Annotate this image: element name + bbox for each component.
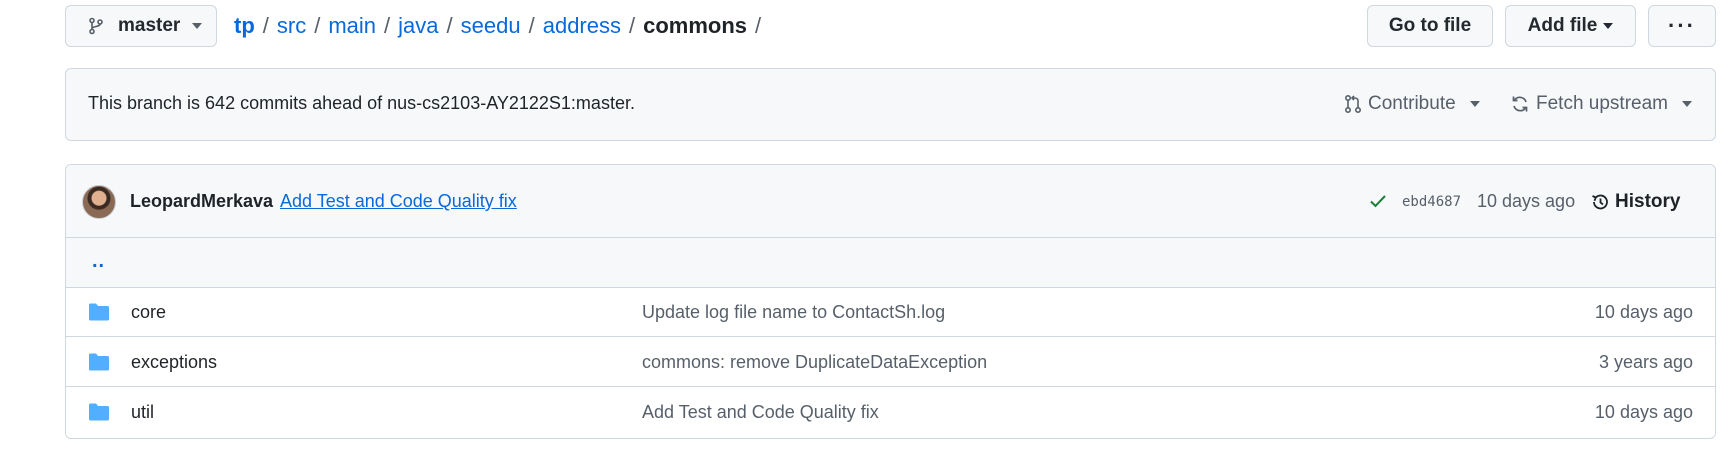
commit-age: 10 days ago bbox=[1477, 191, 1576, 211]
table-row[interactable]: util Add Test and Code Quality fix 10 da… bbox=[66, 388, 1715, 437]
commit-message-link[interactable]: Add Test and Code Quality fix bbox=[280, 191, 517, 212]
breadcrumb-link-src[interactable]: src bbox=[277, 13, 306, 39]
table-row[interactable]: exceptions commons: remove DuplicateData… bbox=[66, 338, 1715, 387]
add-file-button[interactable]: Add file bbox=[1505, 5, 1636, 47]
file-list: LeopardMerkava Add Test and Code Quality… bbox=[65, 164, 1716, 439]
table-row[interactable]: core Update log file name to ContactSh.l… bbox=[66, 288, 1715, 337]
file-commit-age: 10 days ago bbox=[1594, 402, 1693, 422]
fetch-upstream-label: Fetch upstream bbox=[1536, 93, 1668, 114]
chevron-down-icon bbox=[1469, 101, 1480, 107]
check-icon[interactable] bbox=[1369, 193, 1387, 209]
file-name-link[interactable]: exceptions bbox=[131, 352, 217, 373]
more-options-button[interactable]: ··· bbox=[1648, 5, 1716, 47]
branch-name: master bbox=[118, 15, 181, 36]
file-name-link[interactable]: util bbox=[131, 402, 154, 423]
fetch-upstream-button[interactable]: Fetch upstream bbox=[1510, 93, 1692, 115]
folder-icon bbox=[89, 403, 109, 421]
chevron-down-icon bbox=[192, 23, 203, 29]
breadcrumb-separator: / bbox=[629, 13, 636, 38]
file-name-link[interactable]: core bbox=[131, 302, 166, 323]
git-branch-icon bbox=[89, 17, 103, 35]
breadcrumb-separator: / bbox=[446, 13, 453, 38]
commit-author-link[interactable]: LeopardMerkava bbox=[130, 191, 273, 212]
pull-request-icon bbox=[1344, 94, 1362, 114]
file-commit-message-link[interactable]: commons: remove DuplicateDataException bbox=[642, 352, 987, 373]
file-commit-age: 10 days ago bbox=[1594, 302, 1693, 322]
breadcrumb-link-main[interactable]: main bbox=[328, 13, 376, 39]
history-button[interactable]: History bbox=[1590, 191, 1680, 213]
sync-icon bbox=[1512, 96, 1528, 112]
file-navigation: master tp / src / main / java / seedu / … bbox=[65, 5, 1716, 47]
contribute-button[interactable]: Contribute bbox=[1344, 93, 1480, 115]
go-to-file-button[interactable]: Go to file bbox=[1367, 5, 1493, 47]
breadcrumb-separator: / bbox=[755, 13, 762, 38]
breadcrumb-separator: / bbox=[262, 13, 269, 38]
parent-directory-link[interactable]: .. bbox=[92, 250, 105, 273]
breadcrumb-link-address[interactable]: address bbox=[543, 13, 621, 39]
parent-directory-row[interactable]: .. bbox=[66, 238, 1715, 288]
latest-commit-bar: LeopardMerkava Add Test and Code Quality… bbox=[66, 165, 1715, 238]
breadcrumb: tp / src / main / java / seedu / address… bbox=[234, 11, 769, 41]
breadcrumb-separator: / bbox=[528, 13, 535, 38]
branch-info-box: This branch is 642 commits ahead of nus-… bbox=[65, 68, 1716, 141]
file-commit-message-link[interactable]: Add Test and Code Quality fix bbox=[642, 402, 879, 423]
breadcrumb-separator: / bbox=[384, 13, 391, 38]
file-commit-age: 3 years ago bbox=[1598, 352, 1693, 372]
branch-select-button[interactable]: master bbox=[65, 5, 217, 47]
history-icon bbox=[1592, 194, 1608, 210]
breadcrumb-repo-link[interactable]: tp bbox=[234, 13, 255, 39]
chevron-down-icon bbox=[1603, 23, 1614, 29]
branch-status-text: This branch is 642 commits ahead of nus-… bbox=[88, 93, 635, 113]
breadcrumb-separator: / bbox=[314, 13, 321, 38]
folder-icon bbox=[89, 303, 109, 321]
commit-sha-link[interactable]: ebd4687 bbox=[1402, 194, 1461, 210]
chevron-down-icon bbox=[1682, 101, 1692, 107]
history-label: History bbox=[1615, 191, 1681, 212]
breadcrumb-link-java[interactable]: java bbox=[398, 13, 438, 39]
add-file-label: Add file bbox=[1527, 15, 1598, 36]
file-commit-message-link[interactable]: Update log file name to ContactSh.log bbox=[642, 302, 945, 323]
breadcrumb-link-seedu[interactable]: seedu bbox=[461, 13, 521, 39]
contribute-label: Contribute bbox=[1368, 93, 1456, 114]
folder-icon bbox=[89, 353, 109, 371]
breadcrumb-current: commons bbox=[643, 13, 748, 38]
avatar[interactable] bbox=[82, 185, 116, 219]
